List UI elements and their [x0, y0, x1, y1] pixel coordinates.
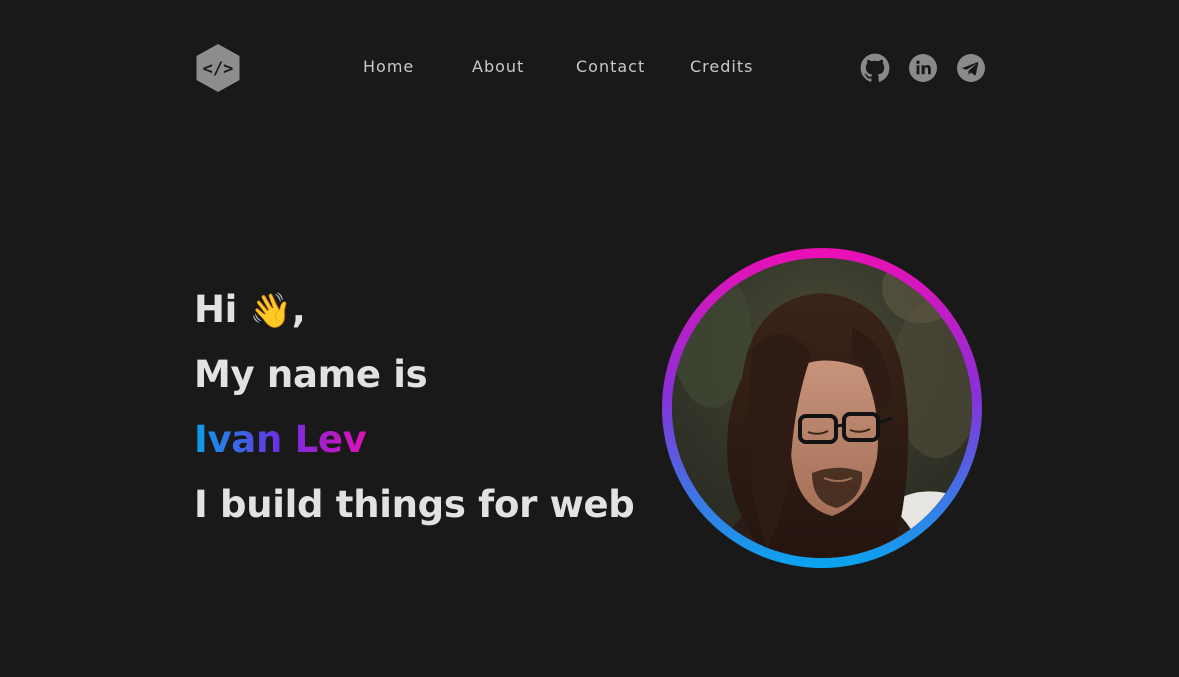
hero-greeting: Hi 👋,: [194, 288, 306, 333]
telegram-icon[interactable]: [956, 53, 986, 83]
nav-contact-link[interactable]: Contact: [576, 57, 645, 76]
nav-credits-link[interactable]: Credits: [690, 57, 753, 76]
page: </> Home About Contact Credits Hi 👋, My …: [0, 0, 1179, 677]
svg-text:</>: </>: [203, 59, 234, 79]
avatar: [672, 258, 972, 558]
hero-intro: My name is: [194, 353, 428, 396]
nav-about-link[interactable]: About: [472, 57, 524, 76]
profile-photo: [672, 258, 972, 558]
greeting-text: Hi: [194, 288, 238, 331]
github-icon[interactable]: [860, 53, 890, 83]
waving-hand-icon: 👋: [249, 291, 292, 331]
greeting-suffix: ,: [291, 288, 306, 331]
code-brackets-hexagon-icon[interactable]: </>: [195, 43, 241, 93]
avatar-ring: [662, 248, 982, 568]
linkedin-icon[interactable]: [908, 53, 938, 83]
hero-tagline: I build things for web: [194, 483, 635, 526]
hero-name-gradient-text: Ivan Lev: [194, 418, 367, 461]
nav-home-link[interactable]: Home: [363, 57, 414, 76]
hero-name: Ivan Lev: [194, 418, 367, 462]
